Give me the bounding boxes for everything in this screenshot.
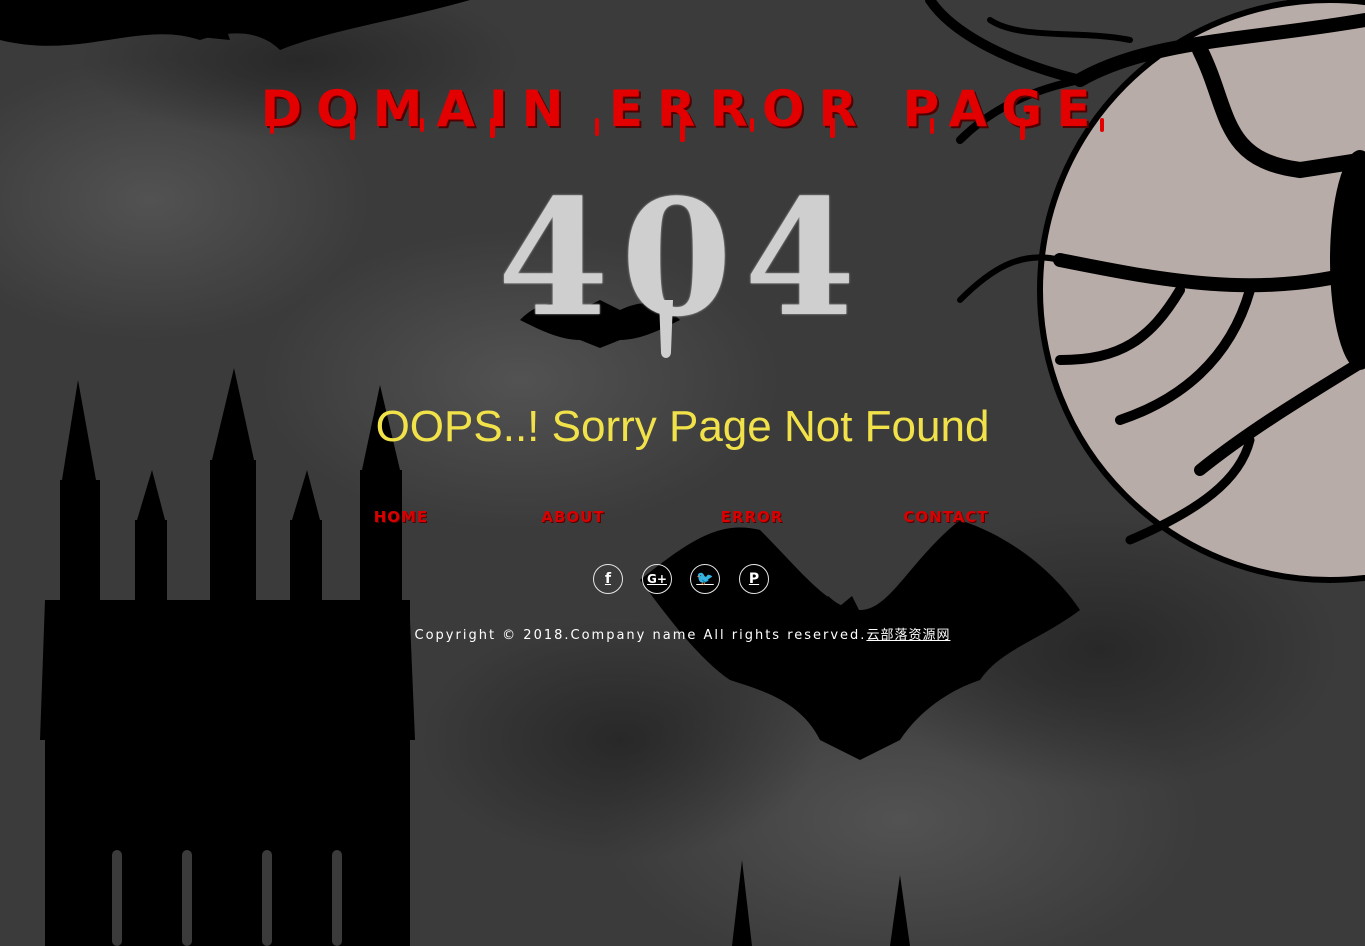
nav-link-contact[interactable]: CONTACT xyxy=(894,508,998,526)
drip-decoration xyxy=(659,300,673,358)
pinterest-icon[interactable]: P xyxy=(739,564,769,594)
social-links: f G+ 🐦 P xyxy=(593,564,773,598)
google-plus-icon[interactable]: G+ xyxy=(642,564,672,594)
nav-link-about[interactable]: ABOUT xyxy=(534,508,612,526)
blood-drips-decoration xyxy=(270,118,1104,142)
error-page: DOMAIN ERROR PAGE 404 OOPS..! Sorry Page… xyxy=(0,0,1365,946)
facebook-icon[interactable]: f xyxy=(593,564,623,594)
error-code: 404 xyxy=(497,164,868,352)
twitter-icon[interactable]: 🐦 xyxy=(690,564,720,594)
error-message: OOPS..! Sorry Page Not Found xyxy=(375,402,990,451)
nav-link-error[interactable]: ERROR xyxy=(710,508,794,526)
footer-copyright: Copyright © 2018.Company name All rights… xyxy=(0,624,1365,643)
main-nav: HOME ABOUT ERROR CONTACT xyxy=(0,508,1365,532)
copyright-text: Copyright © 2018.Company name All rights… xyxy=(414,628,867,643)
nav-link-home[interactable]: HOME xyxy=(368,508,434,526)
footer-link[interactable]: 云部落资源网 xyxy=(866,628,950,643)
